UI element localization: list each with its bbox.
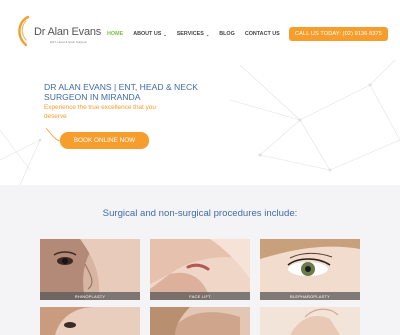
logo-tagline: ENT, Head & Neck Surgeon [50, 40, 88, 44]
call-us-button[interactable]: CALL US TODAY: (02) 9136 8375 [289, 27, 388, 41]
procedure-card-rhinoplasty[interactable]: RHINOPLASTY [40, 239, 140, 300]
nav-about-us-label: ABOUT US [133, 31, 162, 37]
procedure-image-6 [260, 307, 360, 335]
hero-network-pattern [0, 60, 400, 185]
logo-name: Dr Alan Evans [34, 26, 102, 38]
chevron-down-icon: ⌄ [205, 31, 210, 37]
procedure-card-4[interactable] [40, 307, 140, 335]
nav-blog[interactable]: BLOG [219, 31, 235, 37]
blepharoplasty-image [260, 239, 360, 300]
card-label: BLEPHAROPLASTY [260, 292, 360, 300]
face-lift-image [150, 239, 250, 300]
hero-subtitle: Experience the true excellence that you … [44, 104, 156, 120]
procedure-card-5[interactable] [150, 307, 250, 335]
nav-services-label: SERVICES [176, 31, 204, 37]
rhinoplasty-image [40, 239, 140, 300]
card-label: FACE LIFT [150, 292, 250, 300]
chevron-down-icon: ⌄ [163, 31, 167, 37]
logo-swirl-icon [18, 15, 30, 47]
nav-services[interactable]: SERVICES ⌄ [177, 31, 210, 37]
hero-title: DR ALAN EVANS | ENT, HEAD & NECK SURGEON… [44, 82, 198, 102]
procedure-card-6[interactable] [260, 307, 360, 335]
procedure-image-5 [150, 307, 250, 335]
nav-home-label: HOME [107, 31, 124, 37]
book-online-button[interactable]: BOOK ONLINE NOW [60, 132, 149, 149]
procedure-card-blepharoplasty[interactable]: BLEPHAROPLASTY [260, 239, 360, 300]
procedure-card-face-lift[interactable]: FACE LIFT [150, 239, 250, 300]
hero-section: DR ALAN EVANS | ENT, HEAD & NECK SURGEON… [0, 60, 400, 185]
logo[interactable]: Dr Alan Evans ENT, Head & Neck Surgeon [14, 14, 104, 48]
nav-contact-us-label: CONTACT US [244, 31, 280, 37]
nav-home[interactable]: HOME [107, 31, 123, 37]
procedure-image-4 [40, 307, 140, 335]
site-header: Dr Alan Evans ENT, Head & Neck Surgeon H… [0, 0, 400, 61]
nav-contact-us[interactable]: CONTACT US [245, 31, 280, 37]
nav-about-us[interactable]: ABOUT US ⌄ [133, 31, 167, 37]
procedures-title: Surgical and non-surgical procedures inc… [102, 208, 298, 219]
card-label: RHINOPLASTY [40, 292, 140, 300]
nav-blog-label: BLOG [219, 31, 235, 37]
main-nav: HOME ABOUT US ⌄ SERVICES ⌄ BLOG CONTACT US [107, 31, 290, 37]
